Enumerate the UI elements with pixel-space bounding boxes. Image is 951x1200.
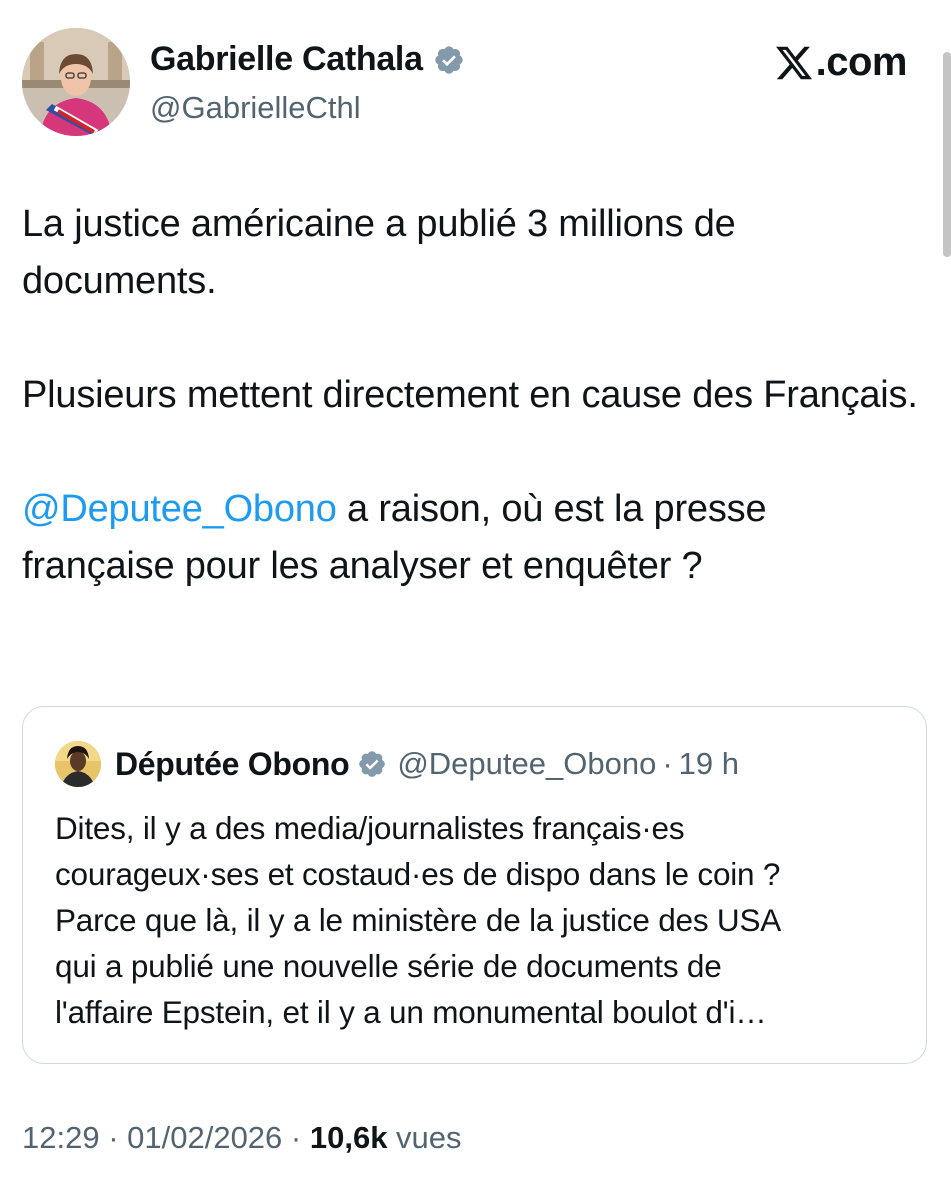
tweet-header: Gabrielle Cathala @GabrielleCthl .com <box>22 28 908 140</box>
author-handle[interactable]: @GabrielleCthl <box>150 90 361 126</box>
tweet-paragraph: Plusieurs mettent directement en cause d… <box>22 374 918 416</box>
verified-badge-icon <box>359 751 386 777</box>
quoted-author-name: Députée Obono <box>115 745 350 782</box>
meta-separator: · <box>282 1120 310 1155</box>
scrollbar[interactable] <box>943 52 951 257</box>
brand-domain: .com <box>815 40 908 84</box>
quoted-tweet-card[interactable]: Députée Obono @Deputee_Obono · 19 h Dite… <box>22 706 927 1064</box>
quoted-text-line: courageux·ses et costaud·es de dispo dan… <box>55 856 781 892</box>
tweet-body: La justice américaine a publié 3 million… <box>22 196 922 595</box>
author-avatar[interactable] <box>22 28 130 136</box>
views-label: vues <box>387 1120 462 1155</box>
views-count: 10,6k <box>309 1120 388 1155</box>
quoted-author-avatar <box>55 741 101 787</box>
author-display-name[interactable]: Gabrielle Cathala <box>150 40 423 79</box>
x-logo-icon <box>775 46 812 79</box>
quoted-tweet-text: Dites, il y a des media/journalistes fra… <box>55 805 905 1035</box>
quoted-text-line: Dites, il y a des media/journalistes fra… <box>55 810 685 846</box>
quoted-separator: · <box>662 746 673 781</box>
quoted-text-line: Parce que là, il y a le ministère de la … <box>55 902 782 938</box>
x-com-brand: .com <box>774 40 908 85</box>
quoted-tweet-header: Députée Obono @Deputee_Obono · 19 h <box>55 741 739 787</box>
tweet-time[interactable]: 12:29 <box>22 1120 100 1155</box>
verified-badge-icon <box>435 45 463 74</box>
meta-separator: · <box>99 1120 128 1155</box>
quoted-text-line: l'affaire Epstein, et il y a un monument… <box>55 994 767 1030</box>
tweet-paragraph: La justice américaine a publié 3 million… <box>22 203 736 302</box>
tweet-metadata: 12:29 · 01/02/2026 · 10,6k vues <box>22 1120 462 1156</box>
tweet-paragraph: @Deputee_Obono a raison, où est la press… <box>22 481 922 595</box>
quoted-text-line: qui a publié une nouvelle série de docum… <box>55 948 722 984</box>
tweet-date[interactable]: 01/02/2026 <box>127 1120 282 1155</box>
quoted-author-handle: @Deputee_Obono <box>397 746 657 781</box>
mention-link[interactable]: @Deputee_Obono <box>22 488 337 530</box>
quoted-timestamp: 19 h <box>678 746 739 781</box>
author-name-row: Gabrielle Cathala <box>150 40 465 79</box>
